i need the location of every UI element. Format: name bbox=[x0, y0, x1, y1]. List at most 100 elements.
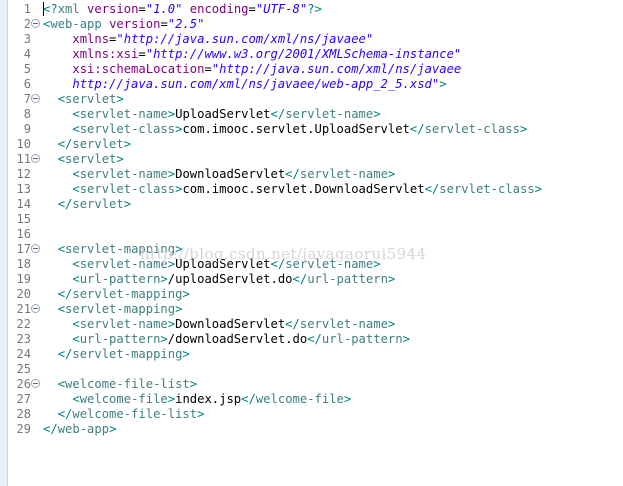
token-b: > bbox=[116, 152, 124, 166]
code-line[interactable]: 16 bbox=[0, 227, 623, 242]
token-b: > bbox=[387, 167, 396, 181]
code-line[interactable]: 23 <url-pattern>/downloadServlet.do</url… bbox=[0, 332, 623, 347]
code-line[interactable]: 22 <servlet-name>DownloadServlet</servle… bbox=[0, 317, 623, 332]
token-b: </ bbox=[57, 197, 73, 211]
token-t: xml bbox=[57, 2, 80, 16]
code-line[interactable]: 19 <url-pattern>/uploadServlet.do</url-p… bbox=[0, 272, 623, 287]
token-b: > bbox=[343, 392, 352, 406]
code-line[interactable]: 7 <servlet> bbox=[0, 92, 623, 107]
line-number: 27 bbox=[16, 392, 31, 406]
code-line[interactable]: 25 bbox=[0, 362, 623, 377]
token-t: url-pattern bbox=[307, 272, 388, 286]
token-t: servlet bbox=[72, 137, 124, 151]
code-line[interactable]: 5 xsi:schemaLocation="http://java.sun.co… bbox=[0, 62, 623, 77]
code-line[interactable]: 6 http://java.sun.com/xml/ns/javaee/web-… bbox=[0, 77, 623, 92]
code-line[interactable]: 2 <web-app version="2.5" bbox=[0, 17, 623, 32]
code-line[interactable]: 21 <servlet-mapping> bbox=[0, 302, 623, 317]
code-line[interactable]: 13 <servlet-class>com.imooc.servlet.Down… bbox=[0, 182, 623, 197]
token-tx: = bbox=[138, 47, 146, 61]
code-text: <servlet-name>DownloadServlet</servlet-n… bbox=[43, 317, 395, 332]
code-line[interactable]: 26 <welcome-file-list> bbox=[0, 377, 623, 392]
token-b: < bbox=[72, 257, 80, 271]
token-t: servlet-class bbox=[439, 182, 535, 196]
code-text: </servlet-mapping> bbox=[43, 347, 190, 362]
code-line[interactable]: 3 xmlns="http://java.sun.com/xml/ns/java… bbox=[0, 32, 623, 47]
code-line[interactable]: 20 </servlet-mapping> bbox=[0, 287, 623, 302]
token-a: xmlns:xsi bbox=[72, 47, 139, 61]
token-b: > bbox=[373, 257, 381, 271]
code-line[interactable]: 4 xmlns:xsi="http://www.w3.org/2001/XMLS… bbox=[0, 47, 623, 62]
fold-collapse-icon[interactable] bbox=[31, 154, 40, 163]
token-b: < bbox=[72, 272, 80, 286]
code-text: http://java.sun.com/xml/ns/javaee/web-ap… bbox=[43, 77, 446, 92]
code-line[interactable]: 14 </servlet> bbox=[0, 197, 623, 212]
line-number: 8 bbox=[23, 107, 31, 121]
code-text: </welcome-file-list> bbox=[43, 407, 205, 422]
token-b: </ bbox=[270, 107, 286, 121]
token-b: < bbox=[72, 392, 80, 406]
code-lines[interactable]: 1 <?xml version="1.0" encoding="UTF-8"?> 2… bbox=[0, 2, 623, 437]
code-line[interactable]: 9 <servlet-class>com.imooc.servlet.Uploa… bbox=[0, 122, 623, 137]
token-t: servlet bbox=[72, 197, 124, 211]
token-t: welcome-file-list bbox=[65, 377, 190, 391]
token-b: </ bbox=[409, 122, 425, 136]
token-b: </ bbox=[57, 407, 73, 421]
token-t: web-app bbox=[50, 17, 102, 31]
fold-collapse-icon[interactable] bbox=[31, 94, 40, 103]
code-text: <servlet-name>DownloadServlet</servlet-n… bbox=[43, 167, 395, 182]
token-b: > bbox=[197, 407, 205, 421]
code-line[interactable]: 28 </welcome-file-list> bbox=[0, 407, 623, 422]
line-number: 3 bbox=[23, 32, 31, 46]
code-line[interactable]: 29 </web-app> bbox=[0, 422, 623, 437]
token-t: servlet-name bbox=[79, 167, 168, 181]
token-b: > bbox=[167, 392, 176, 406]
token-tx: index.jsp bbox=[175, 392, 242, 406]
code-line[interactable]: 17 <servlet-mapping> bbox=[0, 242, 623, 257]
code-line[interactable]: 11 <servlet> bbox=[0, 152, 623, 167]
code-line[interactable]: 12 <servlet-name>DownloadServlet</servle… bbox=[0, 167, 623, 182]
code-line[interactable]: 1 <?xml version="1.0" encoding="UTF-8"?> bbox=[0, 2, 623, 17]
code-line[interactable]: 18 <servlet-name>UploadServlet</servlet-… bbox=[0, 257, 623, 272]
token-b: </ bbox=[57, 287, 73, 301]
line-number: 25 bbox=[16, 362, 31, 376]
token-t: servlet-name bbox=[285, 257, 374, 271]
xml-editor[interactable]: 1 <?xml version="1.0" encoding="UTF-8"?> 2… bbox=[0, 0, 623, 486]
token-b: > bbox=[167, 107, 176, 121]
line-number: 24 bbox=[16, 347, 31, 361]
token-b: > bbox=[160, 272, 168, 286]
token-t: servlet-mapping bbox=[72, 347, 183, 361]
line-number: 21 bbox=[16, 302, 31, 316]
line-number: 23 bbox=[16, 332, 31, 346]
token-b: </ bbox=[424, 182, 440, 196]
line-number: 2 bbox=[23, 17, 31, 31]
line-number: 16 bbox=[16, 227, 31, 241]
line-number: 19 bbox=[16, 272, 31, 286]
line-number: 18 bbox=[16, 257, 31, 271]
fold-collapse-icon[interactable] bbox=[31, 304, 40, 313]
code-line[interactable]: 8 <servlet-name>UploadServlet</servlet-n… bbox=[0, 107, 623, 122]
line-number: 20 bbox=[16, 287, 31, 301]
code-line[interactable]: 27 <welcome-file>index.jsp</welcome-file… bbox=[0, 392, 623, 407]
code-line[interactable]: 15 bbox=[0, 212, 623, 227]
token-b: > bbox=[123, 197, 132, 211]
token-a: xsi:schemaLocation bbox=[72, 62, 205, 76]
code-line[interactable]: 10 </servlet> bbox=[0, 137, 623, 152]
fold-collapse-icon[interactable] bbox=[31, 244, 40, 253]
code-line[interactable]: 24 </servlet-mapping> bbox=[0, 347, 623, 362]
token-t: servlet-class bbox=[79, 122, 176, 136]
token-t: servlet-class bbox=[424, 122, 520, 136]
fold-collapse-icon[interactable] bbox=[31, 379, 40, 388]
fold-collapse-icon[interactable] bbox=[31, 19, 40, 28]
token-b: < bbox=[72, 317, 80, 331]
